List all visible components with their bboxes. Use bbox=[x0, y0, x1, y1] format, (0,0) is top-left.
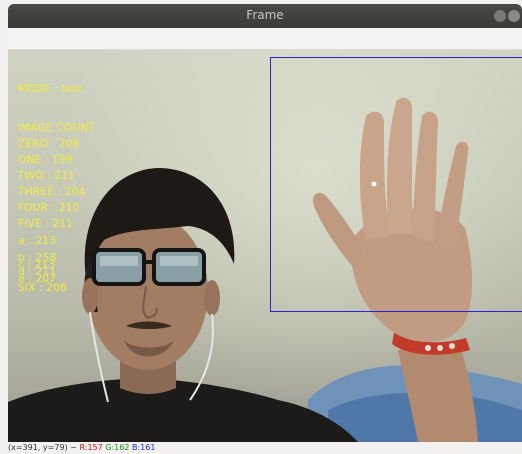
pixel-blue-value: B:161 bbox=[132, 443, 156, 452]
camera-frame: MODE : test IMAGE COUNT ZERO : 208 ONE :… bbox=[8, 50, 522, 442]
mode-text: MODE : test bbox=[18, 83, 83, 95]
window-title: Frame bbox=[246, 8, 284, 22]
count-six: SIX : 206 bbox=[18, 282, 68, 294]
window-toolbar bbox=[8, 28, 522, 50]
glasses-right-lens bbox=[152, 248, 206, 286]
count-zero: ZERO : 208 bbox=[18, 138, 80, 150]
status-bar: (x=391, y=79) ~ R:157 G:162 B:161 bbox=[8, 442, 522, 454]
count-two: TWO : 211 bbox=[18, 170, 76, 182]
glasses-left-lens bbox=[92, 248, 146, 286]
pixel-red-value: R:157 bbox=[79, 443, 103, 452]
close-icon[interactable] bbox=[508, 10, 520, 22]
count-a: a : 213 bbox=[18, 235, 57, 247]
hand-roi-box bbox=[270, 57, 522, 312]
count-three: THREE : 204 bbox=[18, 186, 86, 198]
shirt-shape bbox=[8, 378, 358, 442]
count-one: ONE : 199 bbox=[18, 154, 73, 166]
image-count-label: IMAGE COUNT bbox=[18, 122, 96, 134]
cursor-coords: (x=391, y=79) ~ bbox=[8, 443, 77, 452]
pixel-green-value: G:162 bbox=[105, 443, 130, 452]
count-four: FOUR : 210 bbox=[18, 202, 80, 214]
count-five: FIVE : 211 bbox=[18, 218, 74, 230]
minimize-icon[interactable] bbox=[494, 10, 506, 22]
window-titlebar[interactable]: Frame bbox=[8, 4, 522, 28]
